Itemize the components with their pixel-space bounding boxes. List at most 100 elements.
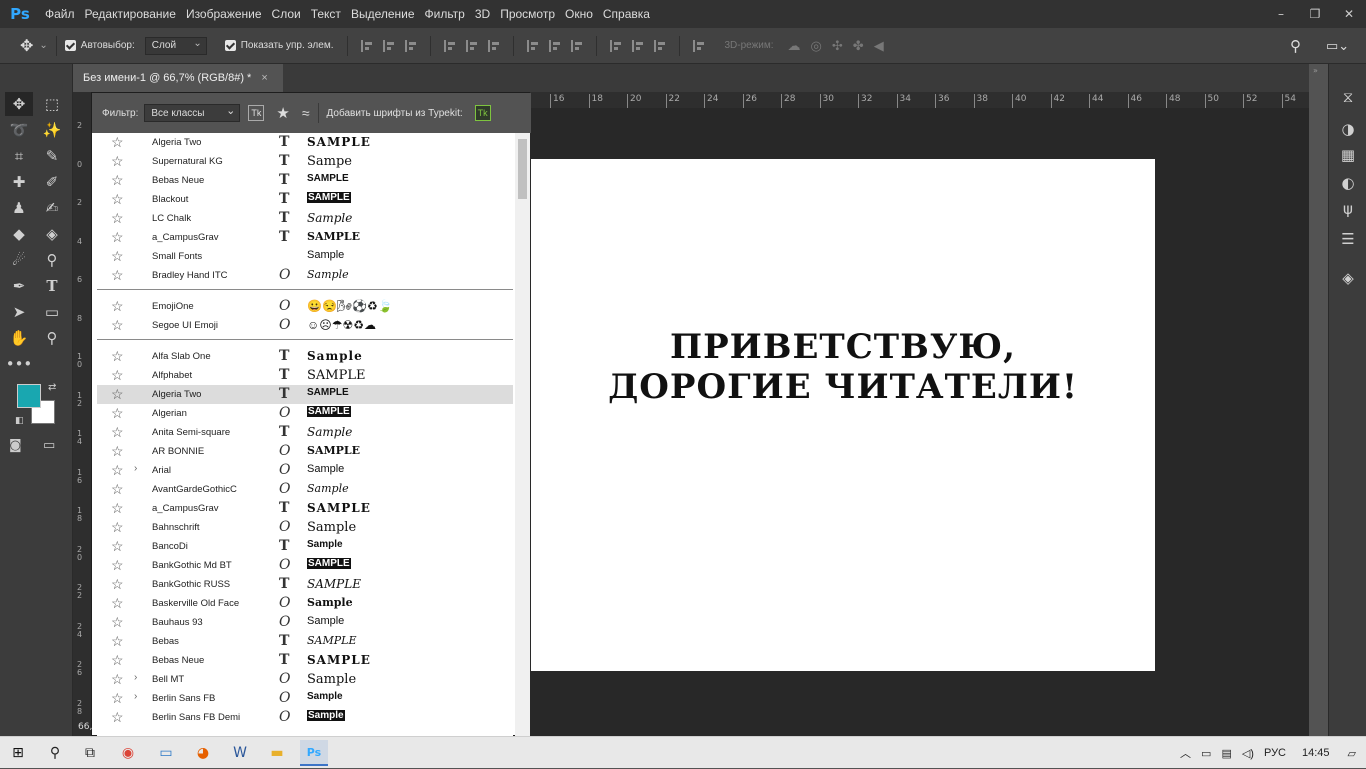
clock[interactable]: 14:45: [1302, 747, 1330, 759]
minimize-button[interactable]: –: [1264, 0, 1298, 28]
favorite-star-icon[interactable]: ☆: [111, 462, 124, 479]
align-vertical-center-icon[interactable]: [383, 39, 395, 52]
typekit-add-icon[interactable]: Tk: [474, 105, 491, 121]
healing-brush-tool-icon[interactable]: ✚: [5, 170, 33, 194]
font-list-item[interactable]: ☆ Alfa Slab One T Sample: [97, 347, 513, 366]
photoshop-taskbar-icon[interactable]: Ps: [300, 740, 328, 766]
adjustments-panel-icon[interactable]: ◐: [1339, 174, 1357, 192]
paint-bucket-tool-icon[interactable]: ◈: [38, 222, 66, 246]
pen-tool-icon[interactable]: ✒: [5, 274, 33, 298]
expand-family-chevron-icon[interactable]: ›: [134, 672, 137, 683]
favorite-star-icon[interactable]: ☆: [111, 229, 124, 246]
menu-help[interactable]: Справка: [598, 7, 655, 21]
tray-expand-icon[interactable]: ︿: [1180, 745, 1191, 761]
history-panel-icon[interactable]: ⧖: [1339, 88, 1357, 106]
expand-family-chevron-icon[interactable]: ›: [134, 463, 137, 474]
font-list-item[interactable]: ☆ Berlin Sans FB Demi O Sample: [97, 708, 513, 727]
swatches-panel-icon[interactable]: ▦: [1339, 146, 1357, 164]
favorite-star-icon[interactable]: ☆: [111, 538, 124, 555]
menu-view[interactable]: Просмотр: [495, 7, 560, 21]
font-class-filter-dropdown[interactable]: Все классы: [144, 104, 241, 122]
font-list-item[interactable]: ☆ Bahnschrift O Sample: [97, 518, 513, 537]
document-canvas[interactable]: ПРИВЕТСТВУЮ, ДОРОГИЕ ЧИТАТЕЛИ!: [531, 159, 1155, 671]
font-list-item[interactable]: ☆ › Arial O Sample: [97, 461, 513, 480]
favorite-star-icon[interactable]: ☆: [111, 443, 124, 460]
eyedropper-tool-icon[interactable]: ✎: [38, 144, 66, 168]
favorite-star-icon[interactable]: ☆: [111, 153, 124, 170]
computer-icon[interactable]: ▭: [152, 740, 180, 766]
font-list-item[interactable]: ☆ AR BONNIE O SAMPLE: [97, 442, 513, 461]
font-list-scrollbar-thumb[interactable]: [518, 139, 527, 199]
type-tool-icon[interactable]: T: [38, 274, 66, 298]
font-list-item[interactable]: ☆ AvantGardeGothicC O Sample: [97, 480, 513, 499]
crop-tool-icon[interactable]: ⌗: [5, 144, 33, 168]
favorite-star-icon[interactable]: ☆: [111, 248, 124, 265]
favorite-star-icon[interactable]: ☆: [111, 595, 124, 612]
menu-window[interactable]: Окно: [560, 7, 598, 21]
default-colors-icon[interactable]: ◧: [15, 416, 25, 426]
align-bottom-icon[interactable]: [405, 39, 417, 52]
properties-panel-icon[interactable]: ☰: [1339, 230, 1357, 248]
rectangle-tool-icon[interactable]: ▭: [38, 300, 66, 324]
font-list-item[interactable]: ☆ › Berlin Sans FB O Sample: [97, 689, 513, 708]
favorite-star-icon[interactable]: ☆: [111, 267, 124, 284]
color-panel-icon[interactable]: ◑: [1339, 120, 1357, 138]
layers-panel-icon[interactable]: ◈: [1339, 269, 1357, 287]
distribute-right-icon[interactable]: [654, 39, 666, 52]
screen-mode-icon[interactable]: ▭: [43, 438, 55, 453]
path-selection-tool-icon[interactable]: ➤: [5, 300, 33, 324]
favorite-star-icon[interactable]: ☆: [111, 557, 124, 574]
close-button[interactable]: ✕: [1332, 0, 1366, 28]
font-list-item[interactable]: ☆ Bauhaus 93 O Sample: [97, 613, 513, 632]
tray-volume-icon[interactable]: ◁): [1242, 747, 1254, 760]
document-tab[interactable]: Без имени-1 @ 66,7% (RGB/8#) * ×: [73, 64, 283, 92]
favorite-star-icon[interactable]: ☆: [111, 298, 124, 315]
favorite-star-icon[interactable]: ☆: [111, 134, 124, 151]
similar-fonts-icon[interactable]: ≈: [302, 105, 310, 121]
word-icon[interactable]: W: [226, 740, 254, 766]
font-list-item[interactable]: ☆ Bebas Neue T SAMPLE: [97, 171, 513, 190]
favorite-star-icon[interactable]: ☆: [111, 614, 124, 631]
font-list-item[interactable]: ☆ a_CampusGrav T SAMPLE: [97, 499, 513, 518]
blur-tool-icon[interactable]: ☄: [5, 248, 33, 272]
favorite-star-icon[interactable]: ☆: [111, 386, 124, 403]
restore-button[interactable]: ❐: [1298, 0, 1332, 28]
font-list-item[interactable]: ☆ a_CampusGrav T SAMPLE: [97, 228, 513, 247]
font-list-item[interactable]: ☆ Anita Semi-square T Sample: [97, 423, 513, 442]
document-tab-close-icon[interactable]: ×: [261, 72, 267, 84]
3d-orbit-icon[interactable]: ☁: [788, 38, 801, 54]
favorite-star-icon[interactable]: ☆: [111, 576, 124, 593]
chrome-icon[interactable]: ◉: [114, 740, 142, 766]
move-tool-icon[interactable]: ✥: [5, 92, 33, 116]
favorite-star-icon[interactable]: ☆: [111, 348, 124, 365]
font-list-item[interactable]: ☆ Supernatural KG T Samре: [97, 152, 513, 171]
taskbar-search-icon[interactable]: ⚲: [41, 740, 69, 766]
swap-colors-icon[interactable]: ⇄: [48, 382, 56, 393]
menu-type[interactable]: Текст: [306, 7, 346, 21]
search-icon[interactable]: ⚲: [1290, 37, 1301, 55]
font-list-item[interactable]: ☆ Alfphabet T SAMPLE: [97, 366, 513, 385]
font-list-item[interactable]: ☆ EmojiOne O 😀😒🌬⚽♻🍃: [97, 297, 513, 316]
menu-file[interactable]: Файл: [40, 7, 80, 21]
lasso-tool-icon[interactable]: ➰: [5, 118, 33, 142]
menu-edit[interactable]: Редактирование: [80, 7, 181, 21]
favorite-star-icon[interactable]: ☆: [111, 405, 124, 422]
font-list-item[interactable]: ☆ Bradley Hand ITC O Sample: [97, 266, 513, 285]
favorites-filter-star-icon[interactable]: ★: [276, 104, 289, 122]
favorite-star-icon[interactable]: ☆: [111, 481, 124, 498]
tool-preset-chevron-icon[interactable]: ⌄: [39, 40, 47, 51]
menu-select[interactable]: Выделение: [346, 7, 420, 21]
favorite-star-icon[interactable]: ☆: [111, 210, 124, 227]
3d-scale-icon[interactable]: ◀: [874, 38, 884, 54]
menu-image[interactable]: Изображение: [181, 7, 267, 21]
align-horizontal-center-icon[interactable]: [466, 39, 478, 52]
distribute-vertical-center-icon[interactable]: [549, 39, 561, 52]
font-list-item[interactable]: ☆ Segoe UI Emoji O ☺☹☂☢♻☁: [97, 316, 513, 335]
expand-family-chevron-icon[interactable]: ›: [134, 691, 137, 702]
autoselect-checkbox[interactable]: [64, 40, 76, 51]
channels-panel-icon[interactable]: ψ: [1339, 200, 1357, 218]
language-indicator[interactable]: РУС: [1264, 747, 1286, 759]
history-brush-tool-icon[interactable]: ✍: [38, 196, 66, 220]
font-list-item[interactable]: ☆ Blackout T SAMPLE: [97, 190, 513, 209]
font-list-item[interactable]: ☆ Algeria Two T SAMPLE: [97, 385, 513, 404]
